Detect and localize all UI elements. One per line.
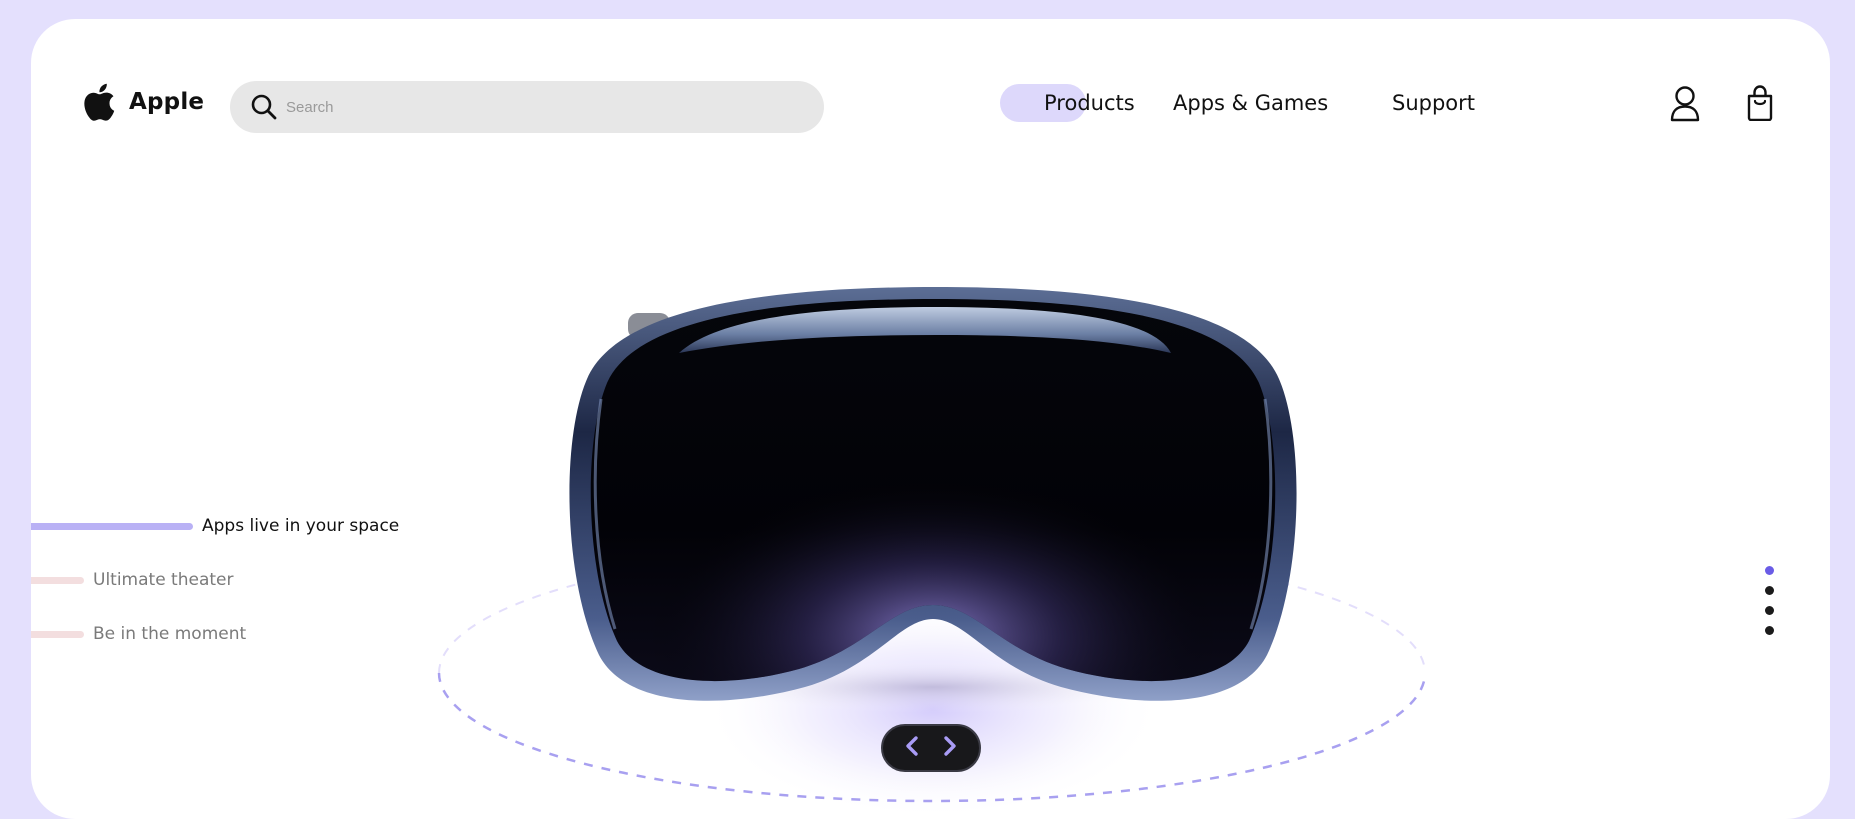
nav-item-products[interactable]: Products — [1044, 91, 1135, 115]
nav-item-apps-games[interactable]: Apps & Games — [1173, 91, 1328, 115]
shopping-bag-icon[interactable] — [1746, 85, 1774, 121]
feature-indicator-bar — [31, 630, 84, 638]
headset-visor-image — [437, 287, 1427, 819]
feature-label: Be in the moment — [93, 624, 247, 644]
search-icon — [250, 93, 278, 121]
feature-indicator-bar — [31, 576, 84, 584]
feature-label: Apps live in your space — [202, 516, 400, 536]
pagination-dot-1[interactable] — [1765, 566, 1774, 575]
chevron-right-icon[interactable] — [942, 735, 958, 761]
nav-item-support[interactable]: Support — [1392, 91, 1475, 115]
carousel-control — [881, 724, 981, 772]
brand[interactable]: Apple — [83, 83, 204, 121]
feature-item-ultimate-theater[interactable]: Ultimate theater — [31, 570, 234, 590]
brand-name: Apple — [129, 89, 205, 115]
feature-item-apps-live[interactable]: Apps live in your space — [31, 516, 399, 536]
pagination-dot-3[interactable] — [1765, 606, 1774, 615]
pagination-dot-2[interactable] — [1765, 586, 1774, 595]
search-input[interactable] — [286, 98, 786, 116]
feature-indicator-bar — [31, 522, 193, 530]
feature-item-be-in-moment[interactable]: Be in the moment — [31, 624, 246, 644]
user-icon[interactable] — [1669, 85, 1701, 123]
feature-label: Ultimate theater — [93, 570, 234, 590]
hero-section — [31, 19, 1830, 819]
search-bar[interactable] — [230, 81, 824, 133]
page-card: Apple Products Apps & Games Support — [31, 19, 1830, 819]
chevron-left-icon[interactable] — [904, 735, 920, 761]
pagination-dot-4[interactable] — [1765, 626, 1774, 635]
apple-logo-icon — [83, 83, 115, 121]
